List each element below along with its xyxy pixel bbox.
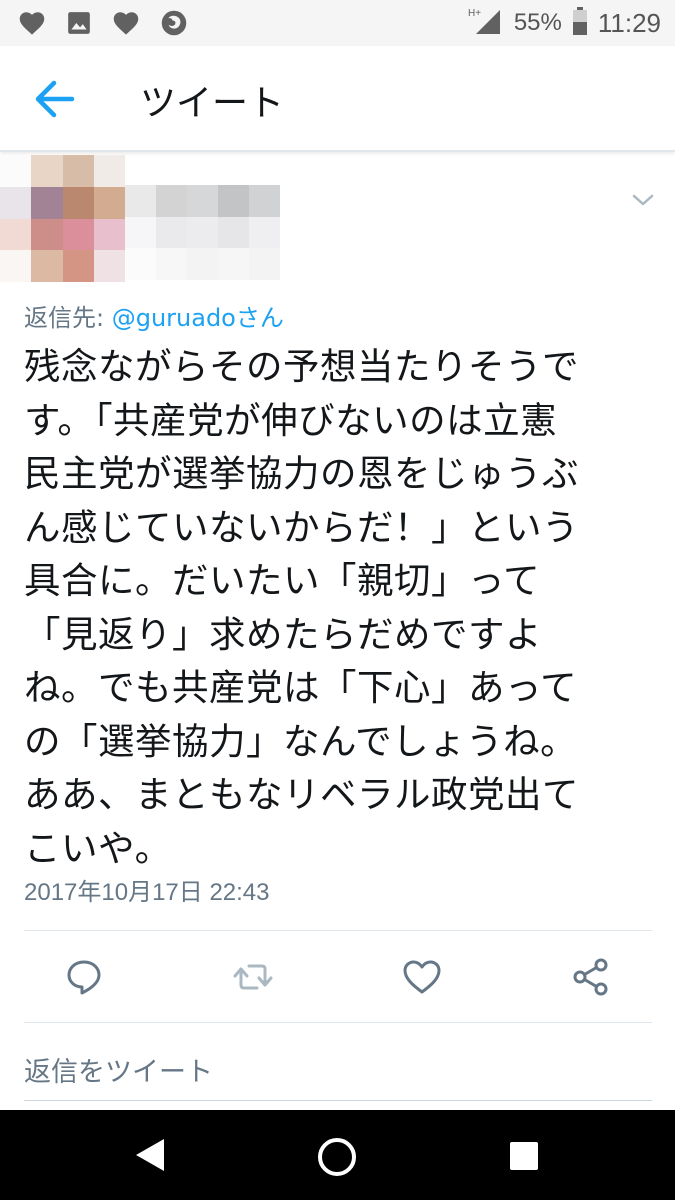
svg-text:H+: H+ (468, 8, 481, 19)
divider (24, 930, 652, 931)
status-bar: H+ 55% 11:29 (0, 0, 675, 46)
heart-icon (112, 10, 140, 36)
nav-recents-icon[interactable] (509, 1141, 539, 1175)
battery-percent: 55% (513, 9, 562, 36)
reply-to-prefix: 返信先: (24, 304, 112, 332)
user-name-blurred[interactable] (125, 185, 280, 280)
nav-back-icon[interactable] (134, 1137, 166, 1177)
retweet-icon[interactable] (231, 955, 275, 999)
reply-to-line: 返信先: @guruadoさん (24, 298, 284, 333)
avatar[interactable] (0, 155, 125, 282)
tweet-actions (0, 955, 675, 1005)
divider (24, 1022, 652, 1023)
tweet-timestamp[interactable]: 2017年10月17日 22:43 (24, 872, 270, 907)
tweet-text-line: の「選挙協力」なんでしょうね。 (24, 719, 578, 763)
tweet-text-line: ね。でも共産党は「下心」あって (24, 666, 578, 709)
back-arrow-icon[interactable] (30, 76, 80, 122)
heart-icon (18, 10, 46, 36)
app-bar: ツイート (0, 46, 675, 152)
tweet-text-line: 具合に。だいたい「親切」って (24, 559, 541, 602)
page-title: ツイート (140, 83, 285, 124)
nav-home-icon[interactable] (316, 1136, 358, 1182)
tweet-text-line: 「見返り」求めたらだめですよ (24, 612, 542, 656)
firefox-icon (160, 9, 188, 37)
like-icon[interactable] (400, 955, 444, 999)
android-nav-bar (0, 1110, 675, 1200)
tweet-text-line: こいや。 (24, 826, 172, 870)
tweet-text: 残念ながらその予想当たりそうで す。「共産党が伸びないのは立憲 民主党が選挙協力… (24, 340, 664, 875)
clock: 11:29 (597, 7, 661, 38)
reply-tweet-input[interactable]: 返信をツイート (24, 1050, 213, 1089)
battery-icon (572, 7, 588, 39)
reply-to-handle[interactable]: @guruadoさん (112, 304, 284, 332)
chevron-down-icon[interactable] (628, 188, 658, 212)
tweet-text-line: 民主党が選挙協力の恩をじゅうぶ (24, 452, 579, 495)
divider (24, 1100, 652, 1101)
image-icon (66, 10, 92, 36)
tweet-text-line: ああ、まともなリベラル政党出て (24, 773, 579, 816)
tweet-text-line: ん感じていないからだ！」という (24, 505, 579, 549)
share-icon[interactable] (569, 955, 613, 999)
tweet-text-line: す。「共産党が伸びないのは立憲 (24, 398, 558, 442)
tweet-text-line: 残念ながらその予想当たりそうで (24, 345, 579, 388)
signal-icon: H+ (468, 6, 504, 40)
reply-icon[interactable] (62, 955, 106, 999)
